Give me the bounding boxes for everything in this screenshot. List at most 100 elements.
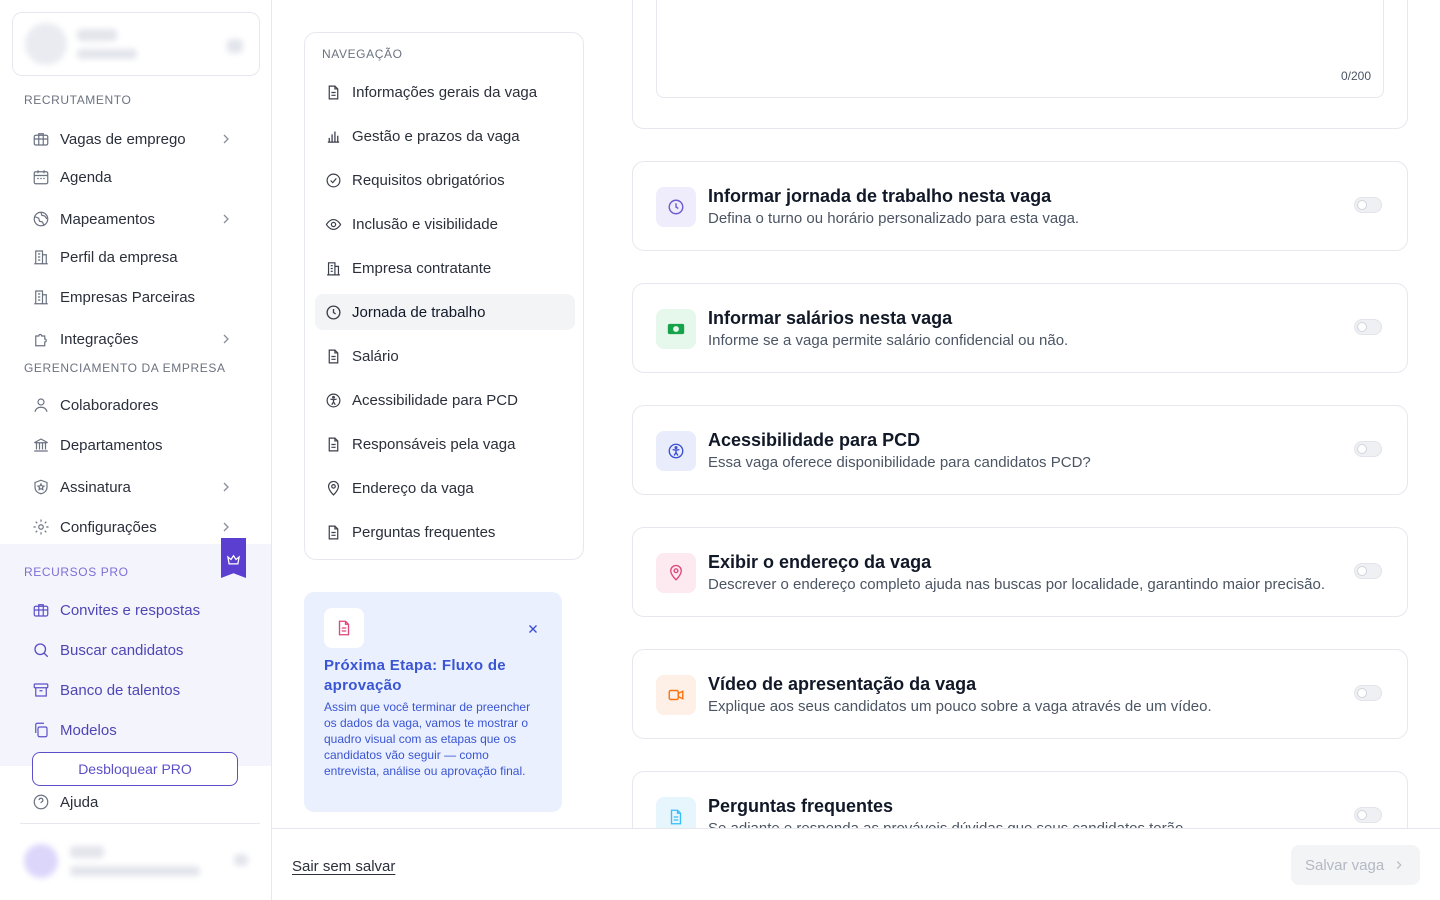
save-button-label: Salvar vaga: [1305, 856, 1385, 874]
chevron-right-icon[interactable]: [218, 519, 234, 535]
check-circle-icon: [326, 173, 341, 187]
document-icon: [328, 349, 339, 363]
option-description: Informe se a vaga permite salário confid…: [708, 332, 1069, 349]
salarios-toggle[interactable]: [1354, 319, 1382, 335]
chevron-right-icon[interactable]: [218, 479, 234, 495]
nav-step-label: Jornada de trabalho: [352, 303, 486, 321]
sidebar-item-label: Banco de talentos: [60, 681, 181, 699]
sidebar-item-vagas-de-emprego[interactable]: Vagas de emprego: [24, 123, 248, 155]
nav-step-label: Empresa contratante: [352, 259, 492, 277]
section-label-pro: RECURSOS PRO: [24, 565, 129, 579]
nav-step-label: Requisitos obrigatórios: [352, 171, 505, 189]
calendar-icon: [33, 170, 49, 185]
help-icon: [33, 794, 49, 810]
option-description: Essa vaga oferece disponibilidade para c…: [708, 454, 1091, 471]
sidebar-item-buscar-candidatos[interactable]: Buscar candidatos: [24, 634, 248, 666]
option-icon-box: [656, 309, 696, 349]
option-description: Descrever o endereço completo ajuda nas …: [708, 576, 1326, 593]
option-icon-box: [656, 675, 696, 715]
money-icon: [667, 323, 685, 335]
switcher-chevron-icon: [227, 39, 243, 53]
sidebar-item-label: Ajuda: [60, 793, 99, 811]
close-icon[interactable]: [526, 622, 540, 636]
option-card-endereco: Exibir o endereço da vaga Descrever o en…: [632, 527, 1408, 617]
user-icon: [34, 398, 48, 412]
nav-step-inclusao[interactable]: Inclusão e visibilidade: [315, 206, 575, 242]
briefcase-icon: [33, 133, 49, 146]
option-description: Defina o turno ou horário personalizado …: [708, 210, 1080, 227]
document-icon: [338, 620, 350, 636]
sidebar-item-label: Convites e respostas: [60, 601, 201, 619]
option-title: Acessibilidade para PCD: [708, 430, 921, 450]
gear-icon: [33, 519, 49, 535]
company-switcher[interactable]: [12, 12, 260, 76]
crown-icon: [226, 554, 241, 565]
option-card-acessibilidade: Acessibilidade para PCD Essa vaga oferec…: [632, 405, 1408, 495]
video-toggle[interactable]: [1354, 685, 1382, 701]
chevron-right-icon[interactable]: [218, 331, 234, 347]
nav-step-informacoes-gerais[interactable]: Informações gerais da vaga: [315, 74, 575, 110]
option-icon-box: [656, 553, 696, 593]
sidebar-item-agenda[interactable]: Agenda: [24, 161, 248, 193]
company-name-blurred: [77, 29, 117, 41]
sidebar-item-convites-e-respostas[interactable]: Convites e respostas: [24, 594, 248, 626]
nav-step-endereco[interactable]: Endereço da vaga: [315, 470, 575, 506]
nav-step-acessibilidade[interactable]: Acessibilidade para PCD: [315, 382, 575, 418]
user-profile-menu[interactable]: [16, 836, 260, 886]
endereco-toggle[interactable]: [1354, 563, 1382, 579]
sidebar-item-mapeamentos[interactable]: Mapeamentos: [24, 203, 248, 235]
nav-step-jornada-de-trabalho[interactable]: Jornada de trabalho: [315, 294, 575, 330]
company-subtitle-blurred: [77, 49, 137, 59]
sidebar-item-configuracoes[interactable]: Configurações: [24, 511, 248, 543]
sidebar-item-integracoes[interactable]: Integrações: [24, 323, 248, 355]
option-title: Exibir o endereço da vaga: [708, 552, 932, 572]
nav-step-empresa-contratante[interactable]: Empresa contratante: [315, 250, 575, 286]
sidebar-item-ajuda[interactable]: Ajuda: [24, 786, 248, 818]
sidebar-item-empresas-parceiras[interactable]: Empresas Parceiras: [24, 281, 248, 313]
accessibility-icon: [326, 393, 341, 407]
user-email-blurred: [70, 866, 200, 876]
globe-icon: [33, 211, 49, 227]
nav-step-label: Acessibilidade para PCD: [352, 391, 518, 409]
sidebar-item-colaboradores[interactable]: Colaboradores: [24, 389, 248, 421]
clock-icon: [326, 304, 341, 320]
map-pin-icon: [670, 564, 682, 581]
save-job-button[interactable]: Salvar vaga: [1291, 845, 1420, 885]
nav-step-gestao-e-prazos[interactable]: Gestão e prazos da vaga: [315, 118, 575, 154]
nav-step-label: Perguntas frequentes: [352, 523, 496, 541]
acessibilidade-toggle[interactable]: [1354, 441, 1382, 457]
chevron-right-icon[interactable]: [218, 211, 234, 227]
next-step-icon-box: [324, 608, 364, 648]
sidebar-item-banco-de-talentos[interactable]: Banco de talentos: [24, 674, 248, 706]
section-label-recruitment: RECRUTAMENTO: [24, 93, 132, 107]
sidebar-item-assinatura[interactable]: Assinatura: [24, 471, 248, 503]
nav-step-requisitos[interactable]: Requisitos obrigatórios: [315, 162, 575, 198]
company-avatar: [25, 23, 67, 65]
sidebar-item-label: Modelos: [60, 721, 117, 739]
chevron-right-icon[interactable]: [218, 131, 234, 147]
sidebar-item-label: Perfil da empresa: [60, 248, 178, 266]
sidebar-item-perfil-da-empresa[interactable]: Perfil da empresa: [24, 241, 248, 273]
section-label-company-management: GERENCIAMENTO DA EMPRESA: [24, 361, 226, 375]
jornada-toggle[interactable]: [1354, 197, 1382, 213]
option-card-video: Vídeo de apresentação da vaga Explique a…: [632, 649, 1408, 739]
exit-without-saving-link[interactable]: Sair sem salvar: [292, 858, 395, 875]
pro-features-section: RECURSOS PRO Convites e respostas Buscar…: [0, 538, 271, 786]
nav-step-label: Inclusão e visibilidade: [352, 215, 498, 233]
document-icon: [670, 809, 682, 825]
option-title: Vídeo de apresentação da vaga: [708, 674, 977, 694]
unlock-pro-button[interactable]: Desbloquear PRO: [32, 752, 238, 786]
nav-step-responsaveis[interactable]: Responsáveis pela vaga: [315, 426, 575, 462]
copy-icon: [35, 722, 48, 738]
sidebar-item-label: Assinatura: [60, 478, 131, 496]
nav-step-salario[interactable]: Salário: [315, 338, 575, 374]
clock-icon: [668, 199, 684, 215]
character-counter: 0/200: [1340, 69, 1371, 83]
perguntas-toggle[interactable]: [1354, 807, 1382, 823]
option-icon-box: [656, 187, 696, 227]
nav-step-perguntas[interactable]: Perguntas frequentes: [315, 514, 575, 550]
next-step-info-card: Próxima Etapa: Fluxo de aprovação Assim …: [304, 592, 562, 812]
sidebar-item-modelos[interactable]: Modelos: [24, 714, 248, 746]
sidebar-item-departamentos[interactable]: Departamentos: [24, 429, 248, 461]
description-textarea[interactable]: 0/200: [656, 0, 1384, 98]
